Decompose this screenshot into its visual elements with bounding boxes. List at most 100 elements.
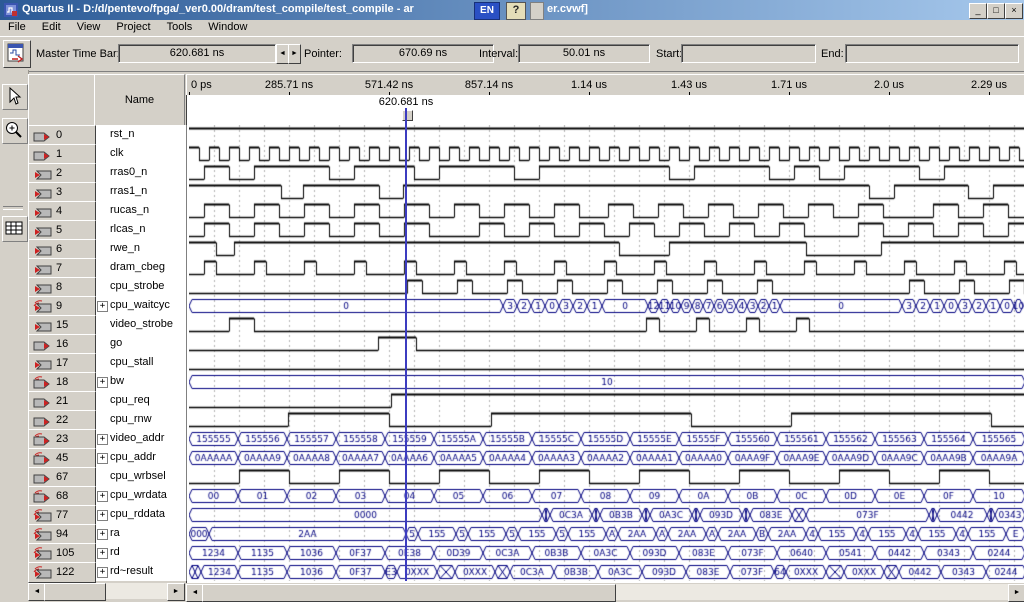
signal-name-cell[interactable]: +cpu_waitcyc — [94, 296, 186, 315]
waveform-scrollbar[interactable]: ◄ ► — [186, 584, 1024, 600]
language-badge[interactable]: EN — [474, 2, 500, 20]
expand-icon[interactable]: + — [97, 491, 108, 502]
master-time-bar-field[interactable]: 620.681 ns — [118, 44, 276, 63]
signal-name-cell[interactable]: +rd — [94, 543, 186, 562]
signal-name-cell[interactable]: video_strobe — [94, 315, 186, 334]
report-tool-button[interactable] — [3, 40, 31, 68]
row-select-button[interactable]: 2 — [28, 163, 96, 184]
time-spin-right-icon[interactable]: ► — [288, 44, 301, 64]
row-select-button[interactable]: 22 — [28, 410, 96, 431]
help-icon[interactable]: ? — [506, 2, 526, 20]
row-number: 77 — [56, 509, 68, 521]
restore-button[interactable]: □ — [987, 3, 1005, 19]
row-select-button[interactable]: 7 — [28, 258, 96, 279]
waveform-scrollbar-thumb[interactable] — [202, 584, 616, 602]
row-select-button[interactable]: 18 — [28, 372, 96, 393]
signal-row: 22cpu_rnw — [28, 410, 186, 429]
signal-name-cell[interactable]: +cpu_wrdata — [94, 486, 186, 505]
pointer-tool-button[interactable] — [2, 84, 28, 110]
signal-name-cell[interactable]: dram_cbeg — [94, 258, 186, 277]
expand-icon[interactable]: + — [97, 510, 108, 521]
menu-item-view[interactable]: View — [69, 20, 109, 36]
signal-name-cell[interactable]: cpu_req — [94, 391, 186, 410]
language-bar-fragment[interactable] — [530, 2, 544, 20]
row-select-button[interactable]: 21 — [28, 391, 96, 412]
row-select-button[interactable]: 17 — [28, 353, 96, 374]
row-select-button[interactable]: 67 — [28, 467, 96, 488]
signal-name-cell[interactable]: rras1_n — [94, 182, 186, 201]
pointer-field: 670.69 ns — [352, 44, 494, 63]
row-select-button[interactable]: 23 — [28, 429, 96, 450]
row-select-button[interactable]: 3 — [28, 182, 96, 203]
menu-item-edit[interactable]: Edit — [34, 20, 69, 36]
signal-name-cell[interactable]: +rd~result — [94, 562, 186, 581]
expand-icon[interactable]: + — [97, 529, 108, 540]
end-field[interactable] — [845, 44, 1019, 63]
master-time-bar-cursor[interactable] — [405, 108, 407, 581]
signal-name-cell[interactable]: cpu_stall — [94, 353, 186, 372]
signal-name-cell[interactable]: rwe_n — [94, 239, 186, 258]
signal-name-cell[interactable]: +video_addr — [94, 429, 186, 448]
row-select-button[interactable]: 5 — [28, 220, 96, 241]
row-select-button[interactable]: 94 — [28, 524, 96, 545]
signal-name-cell[interactable]: +bw — [94, 372, 186, 391]
output-port-icon — [32, 261, 53, 276]
waveform-canvas[interactable] — [189, 125, 1024, 581]
signal-row: 9+cpu_waitcyc — [28, 296, 186, 315]
expand-icon[interactable]: + — [97, 301, 108, 312]
timeline-ruler[interactable]: 0 ps285.71 ns571.42 ns857.14 ns1.14 us1.… — [186, 74, 1024, 97]
menu-item-window[interactable]: Window — [200, 20, 255, 36]
signal-row: 5rlcas_n — [28, 220, 186, 239]
menu-item-project[interactable]: Project — [108, 20, 158, 36]
row-number: 3 — [56, 186, 62, 198]
names-scrollbar-thumb[interactable] — [44, 583, 106, 601]
row-select-button[interactable]: 15 — [28, 315, 96, 336]
signal-name-cell[interactable]: +ra — [94, 524, 186, 543]
signal-name-cell[interactable]: rlcas_n — [94, 220, 186, 239]
expand-icon[interactable]: + — [97, 377, 108, 388]
minimize-button[interactable]: _ — [969, 3, 987, 19]
row-select-button[interactable]: 8 — [28, 277, 96, 298]
signal-name-cell[interactable]: go — [94, 334, 186, 353]
row-select-button[interactable]: 68 — [28, 486, 96, 507]
row-select-button[interactable]: 16 — [28, 334, 96, 355]
signal-name: bw — [110, 375, 124, 387]
row-select-button[interactable]: 45 — [28, 448, 96, 469]
start-field[interactable] — [681, 44, 816, 63]
expand-icon[interactable]: + — [97, 434, 108, 445]
signal-name-cell[interactable]: cpu_wrbsel — [94, 467, 186, 486]
expand-icon[interactable]: + — [97, 453, 108, 464]
names-scroll-right-icon[interactable]: ► — [167, 583, 185, 601]
row-select-button[interactable]: 105 — [28, 543, 96, 564]
row-select-button[interactable]: 122 — [28, 562, 96, 583]
signal-name-cell[interactable]: rst_n — [94, 125, 186, 144]
menu-item-tools[interactable]: Tools — [159, 20, 201, 36]
signal-name-cell[interactable]: rras0_n — [94, 163, 186, 182]
tool-strip-separator — [3, 206, 23, 210]
wave-scroll-right-icon[interactable]: ► — [1008, 584, 1024, 602]
tool-strip — [0, 70, 29, 583]
row-select-button[interactable]: 1 — [28, 144, 96, 165]
signal-name-cell[interactable]: +cpu_rddata — [94, 505, 186, 524]
signal-name: rst_n — [110, 128, 134, 140]
signal-name-cell[interactable]: cpu_strobe — [94, 277, 186, 296]
names-scrollbar[interactable]: ◄ ► — [28, 583, 183, 599]
input-port-icon — [32, 489, 53, 504]
signal-name-cell[interactable]: clk — [94, 144, 186, 163]
expand-icon[interactable]: + — [97, 567, 108, 578]
grid-tool-button[interactable] — [2, 216, 28, 242]
row-select-button[interactable]: 4 — [28, 201, 96, 222]
signal-name-cell[interactable]: +cpu_addr — [94, 448, 186, 467]
signal-row: 16go — [28, 334, 186, 353]
row-select-button[interactable]: 77 — [28, 505, 96, 526]
close-button[interactable]: × — [1005, 3, 1023, 19]
row-select-button[interactable]: 0 — [28, 125, 96, 146]
zoom-tool-button[interactable] — [2, 118, 28, 144]
row-select-button[interactable]: 9 — [28, 296, 96, 317]
signal-name-cell[interactable]: rucas_n — [94, 201, 186, 220]
cursor-handle[interactable] — [402, 110, 413, 121]
signal-name-cell[interactable]: cpu_rnw — [94, 410, 186, 429]
expand-icon[interactable]: + — [97, 548, 108, 559]
row-select-button[interactable]: 6 — [28, 239, 96, 260]
menu-item-file[interactable]: File — [0, 20, 34, 36]
